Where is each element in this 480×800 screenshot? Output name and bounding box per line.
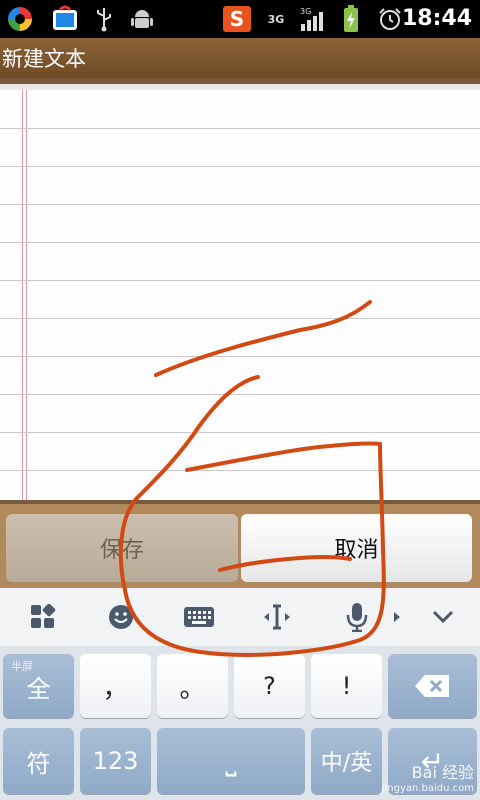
more-arrow-icon[interactable] xyxy=(390,598,404,636)
sogou-ime-icon: S xyxy=(222,4,252,34)
margin-line xyxy=(26,90,27,500)
chevron-down-icon[interactable] xyxy=(424,598,462,636)
clock: 18:44 xyxy=(401,6,472,31)
lang-switch-key[interactable]: 中/英 xyxy=(311,728,382,794)
alarm-icon xyxy=(376,4,404,34)
app-logo-icon xyxy=(2,4,38,34)
ruled-line xyxy=(0,204,480,205)
ruled-line xyxy=(0,280,480,281)
watermark-text: Bai 经验 xyxy=(411,763,474,782)
grid-icon[interactable] xyxy=(24,598,62,636)
margin-line xyxy=(22,90,23,500)
numbers-key[interactable]: 123 xyxy=(80,728,151,794)
ruled-line xyxy=(0,356,480,357)
question-key[interactable]: ? xyxy=(234,654,305,718)
save-button[interactable]: 保存 xyxy=(6,514,238,582)
title-bar: 新建文本 xyxy=(0,38,480,78)
period-key[interactable]: 。 xyxy=(157,654,228,718)
emoji-icon[interactable] xyxy=(102,598,140,636)
ime-toolbar xyxy=(0,588,480,647)
ruled-line xyxy=(0,432,480,433)
comma-key[interactable]: ， xyxy=(80,654,151,718)
microphone-icon[interactable] xyxy=(338,598,376,636)
keyboard: 半屏 全 ， 。 ? ! 符 123 ⎵ 中/英 ↵ Bai 经验 jingya… xyxy=(0,646,480,800)
action-bar: 保存 取消 xyxy=(0,504,480,588)
android-debug-icon xyxy=(128,4,156,34)
ruled-line xyxy=(0,242,480,243)
svg-text:3G: 3G xyxy=(300,7,311,16)
keyboard-icon[interactable] xyxy=(180,598,218,636)
space-key[interactable]: ⎵ xyxy=(157,728,305,794)
status-bar: S 3G 3G 18:44 xyxy=(0,0,480,38)
watermark: Bai 经验 jingyan.baidu.com xyxy=(382,759,474,794)
battery-charging-icon xyxy=(340,4,362,34)
cursor-icon[interactable] xyxy=(258,598,296,636)
usb-icon xyxy=(92,4,116,34)
app-store-icon xyxy=(48,4,82,34)
backspace-icon xyxy=(414,675,449,697)
watermark-url: jingyan.baidu.com xyxy=(381,783,474,794)
signal-icon: 3G xyxy=(298,4,328,34)
note-text-area[interactable] xyxy=(0,84,480,500)
ruled-line xyxy=(0,128,480,129)
ruled-line xyxy=(0,394,480,395)
half-full-small-label: 半屏 xyxy=(11,660,33,673)
exclaim-key[interactable]: ! xyxy=(311,654,382,718)
ruled-line xyxy=(0,470,480,471)
half-full-key[interactable]: 半屏 全 xyxy=(3,654,74,718)
data-3g-icon: 3G xyxy=(267,12,285,26)
symbol-key[interactable]: 符 xyxy=(3,728,74,794)
page-title: 新建文本 xyxy=(2,47,86,71)
ruled-line xyxy=(0,166,480,167)
ruled-line xyxy=(0,318,480,319)
cancel-button[interactable]: 取消 xyxy=(241,514,472,582)
backspace-key[interactable] xyxy=(388,654,477,718)
